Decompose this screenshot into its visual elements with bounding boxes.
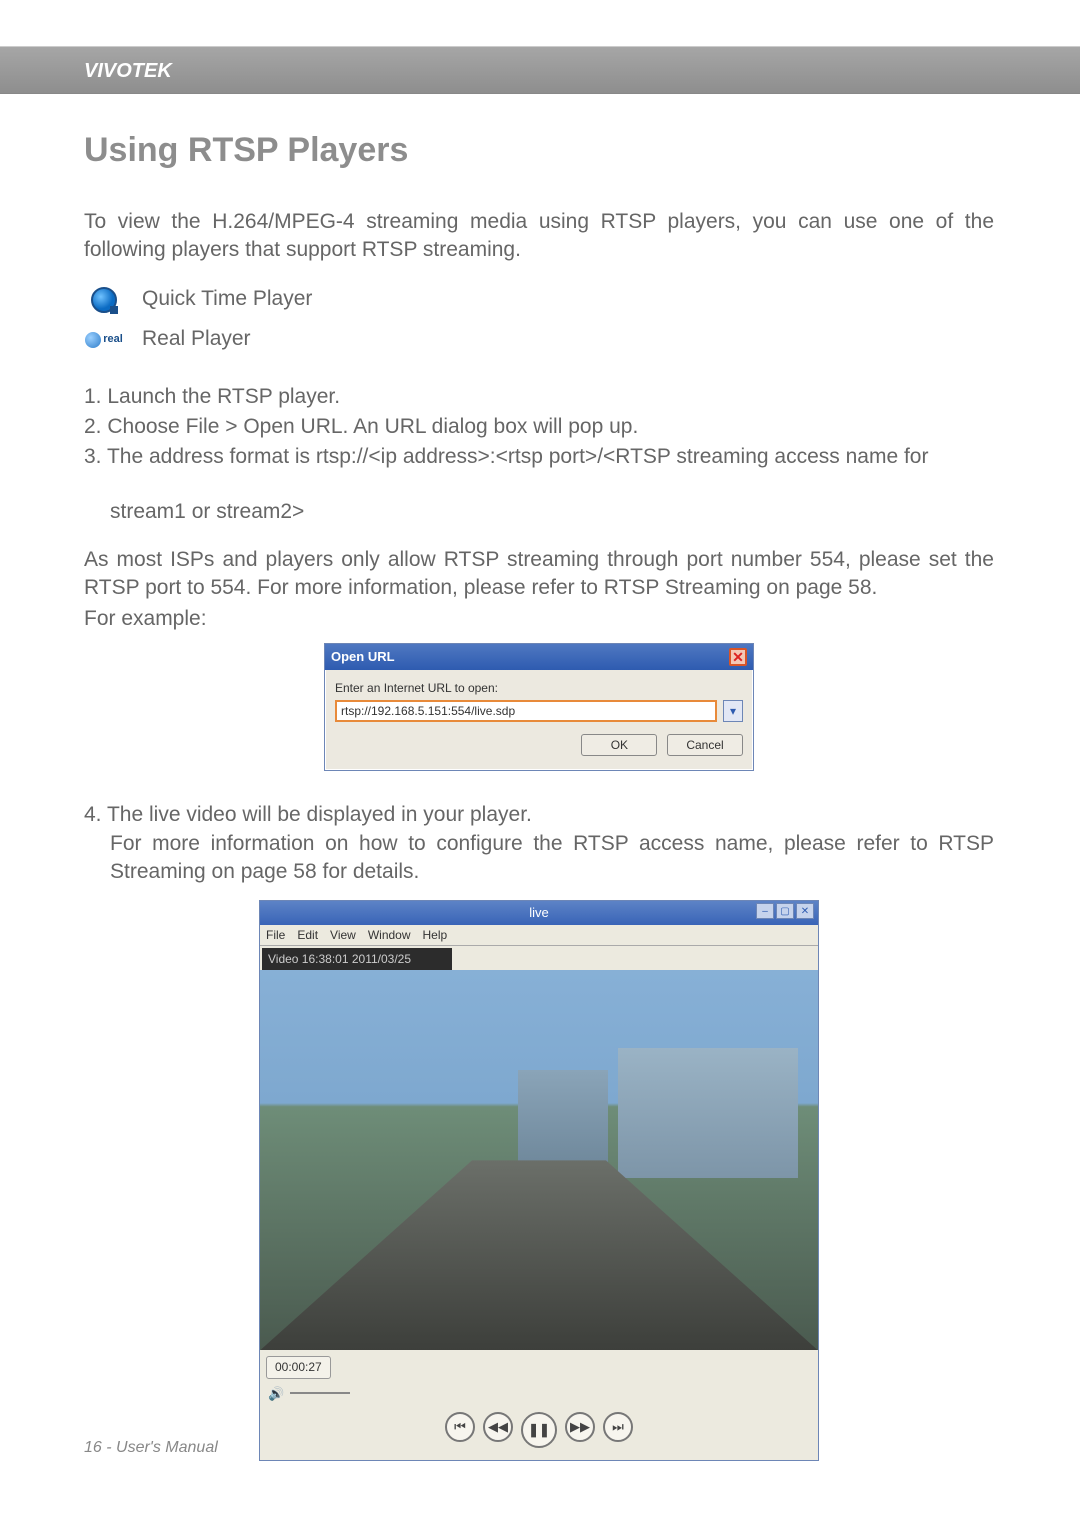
maximize-icon[interactable]: ▢	[776, 903, 794, 919]
step-4-continued: For more information on how to configure…	[84, 830, 994, 887]
prev-button[interactable]: ⏮	[445, 1412, 475, 1442]
playback-controls: ⏮ ◀◀ ❚❚ ▶▶ ⏭	[260, 1406, 818, 1460]
window-controls: – ▢ ✕	[756, 903, 814, 919]
playback-time: 00:00:27	[266, 1356, 331, 1378]
video-canvas	[260, 970, 818, 1350]
video-scene-road	[260, 1160, 818, 1350]
step-2: 2. Choose File > Open URL. An URL dialog…	[84, 413, 994, 441]
menu-file[interactable]: File	[266, 927, 285, 943]
step-3: 3. The address format is rtsp://<ip addr…	[84, 443, 994, 471]
player-menubar: File Edit View Window Help	[260, 925, 818, 946]
dialog-button-row: OK Cancel	[335, 728, 743, 764]
section-title: Using RTSP Players	[84, 128, 994, 174]
dialog-title: Open URL	[331, 648, 395, 666]
page-content: Using RTSP Players To view the H.264/MPE…	[84, 128, 994, 1461]
player-label: Real Player	[142, 325, 251, 353]
speaker-icon[interactable]: 🔊	[268, 1385, 284, 1403]
video-overlay-timestamp: Video 16:38:01 2011/03/25	[262, 948, 452, 970]
open-url-dialog: Open URL ✕ Enter an Internet URL to open…	[324, 643, 754, 771]
forward-button[interactable]: ▶▶	[565, 1412, 595, 1442]
video-player-window: live – ▢ ✕ File Edit View Window Help Vi…	[259, 900, 819, 1461]
mid-paragraph: As most ISPs and players only allow RTSP…	[84, 546, 994, 603]
menu-edit[interactable]: Edit	[297, 927, 318, 943]
close-window-icon[interactable]: ✕	[796, 903, 814, 919]
step-1: 1. Launch the RTSP player.	[84, 383, 994, 411]
dialog-label: Enter an Internet URL to open:	[335, 680, 743, 696]
pause-button[interactable]: ❚❚	[521, 1412, 557, 1448]
player-row-realplayer: real Real Player	[84, 325, 994, 355]
step-3-continued: stream1 or stream2>	[84, 498, 994, 526]
video-scene-building	[618, 1048, 798, 1178]
brand-text: VIVOTEK	[84, 60, 172, 83]
intro-paragraph: To view the H.264/MPEG-4 streaming media…	[84, 208, 994, 265]
next-button[interactable]: ⏭	[603, 1412, 633, 1442]
menu-help[interactable]: Help	[423, 927, 448, 943]
steps-list: 1. Launch the RTSP player. 2. Choose Fil…	[84, 383, 994, 472]
minimize-icon[interactable]: –	[756, 903, 774, 919]
video-scene-building	[518, 1070, 608, 1170]
quicktime-icon	[84, 285, 124, 315]
step-4: 4. The live video will be displayed in y…	[84, 801, 994, 829]
player-titlebar: live – ▢ ✕	[260, 901, 818, 925]
open-url-dialog-wrap: Open URL ✕ Enter an Internet URL to open…	[324, 643, 754, 771]
realplayer-icon: real	[84, 325, 124, 355]
url-row: ▾	[335, 700, 743, 722]
ok-button[interactable]: OK	[581, 734, 657, 756]
player-row-quicktime: Quick Time Player	[84, 285, 994, 315]
for-example-label: For example:	[84, 605, 994, 633]
player-list: Quick Time Player real Real Player	[84, 285, 994, 355]
cancel-button[interactable]: Cancel	[667, 734, 743, 756]
dropdown-button[interactable]: ▾	[723, 700, 743, 722]
volume-slider[interactable]	[290, 1392, 350, 1394]
rewind-button[interactable]: ◀◀	[483, 1412, 513, 1442]
close-icon[interactable]: ✕	[729, 648, 747, 666]
menu-window[interactable]: Window	[368, 927, 411, 943]
page-footer: 16 - User's Manual	[84, 1439, 218, 1457]
url-input[interactable]	[335, 700, 717, 722]
volume-row: 🔊	[260, 1385, 818, 1407]
player-title: live	[529, 904, 549, 922]
player-label: Quick Time Player	[142, 285, 312, 313]
dialog-titlebar: Open URL ✕	[325, 644, 753, 670]
menu-view[interactable]: View	[330, 927, 356, 943]
dialog-body: Enter an Internet URL to open: ▾ OK Canc…	[325, 670, 753, 770]
